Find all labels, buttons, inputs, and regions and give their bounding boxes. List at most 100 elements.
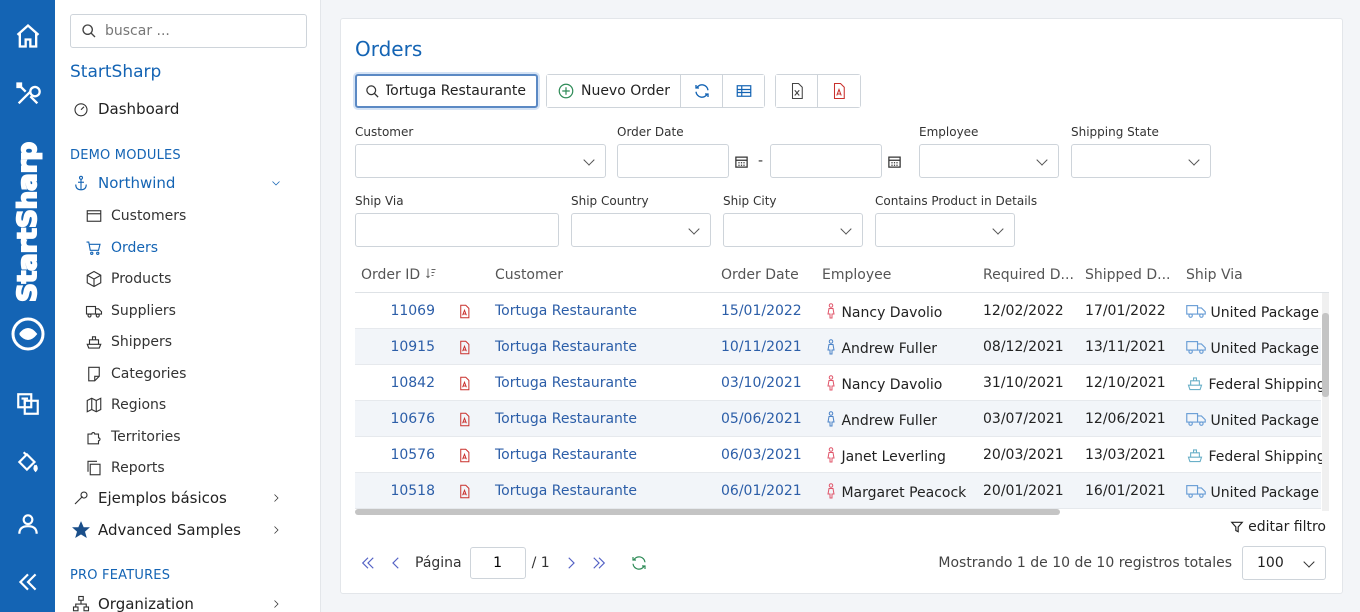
pdf-export-button[interactable] (818, 75, 860, 107)
sidebar-item-basic-samples[interactable]: Ejemplos básicos (72, 489, 302, 507)
page-number-input[interactable] (469, 547, 526, 579)
new-order-button[interactable]: Nuevo Order (547, 75, 681, 107)
vertical-scrollbar-thumb[interactable] (1322, 313, 1329, 397)
page-size-select[interactable]: 100 (1242, 546, 1326, 580)
column-header-shipped-date[interactable]: Shipped D... (1085, 267, 1171, 283)
customer-link[interactable]: Tortuga Restaurante (495, 447, 637, 463)
sidebar-item-dashboard[interactable]: Dashboard (72, 100, 179, 118)
calendar-icon[interactable] (734, 154, 749, 169)
pdf-report-icon[interactable] (457, 340, 472, 359)
pdf-report-icon[interactable] (457, 484, 472, 503)
sidebar-item-label: Customers (111, 208, 187, 224)
column-picker-button[interactable] (723, 75, 764, 107)
collapse-icon[interactable] (0, 560, 55, 604)
sidebar-item-shippers[interactable]: Shippers (85, 333, 172, 351)
toolbar-export (775, 74, 861, 108)
sidebar-search[interactable] (70, 14, 307, 48)
refresh-button[interactable] (681, 75, 723, 107)
pdf-report-icon[interactable] (457, 412, 472, 431)
customer-link[interactable]: Tortuga Restaurante (495, 411, 637, 427)
reload-icon[interactable] (630, 554, 648, 572)
order-id-link[interactable]: 10842 (355, 375, 435, 391)
order-date-link[interactable]: 05/06/2021 (721, 411, 802, 427)
column-header-employee[interactable]: Employee (822, 267, 891, 283)
last-page-icon[interactable] (590, 554, 608, 572)
order-id-link[interactable]: 10518 (355, 483, 435, 499)
order-date-to-input[interactable] (770, 144, 882, 178)
order-id-link[interactable]: 11069 (355, 303, 435, 319)
sidebar-item-organization[interactable]: Organization (72, 595, 302, 612)
customer-link[interactable]: Tortuga Restaurante (495, 483, 637, 499)
next-page-icon[interactable] (562, 554, 580, 572)
sidebar-item-orders[interactable]: Orders (85, 239, 158, 257)
order-date-from-input[interactable] (617, 144, 729, 178)
shipping-state-filter-select[interactable] (1071, 144, 1211, 178)
table-row[interactable]: 10576 Tortuga Restaurante 06/03/2021 Janet… (355, 437, 1326, 473)
horizontal-scrollbar[interactable] (355, 509, 1060, 515)
excel-export-button[interactable] (776, 75, 818, 107)
order-date-link[interactable]: 06/03/2021 (721, 447, 802, 463)
paint-bucket-icon[interactable] (0, 440, 55, 484)
sidebar-item-regions[interactable]: Regions (85, 396, 166, 414)
table-row[interactable]: 10842 Tortuga Restaurante 03/10/2021 Nancy… (355, 365, 1326, 401)
page-title: Orders (355, 37, 423, 61)
chevron-right-icon (274, 494, 279, 502)
order-date-link[interactable]: 10/11/2021 (721, 339, 802, 355)
ship-country-filter-select[interactable] (571, 213, 711, 247)
order-id-link[interactable]: 10676 (355, 411, 435, 427)
chevron-right-icon (274, 600, 279, 608)
customer-link[interactable]: Tortuga Restaurante (495, 339, 637, 355)
sidebar-item-products[interactable]: Products (85, 270, 171, 288)
sidebar-item-reports[interactable]: Reports (85, 459, 165, 477)
pdf-report-icon[interactable] (457, 376, 472, 395)
pdf-report-icon[interactable] (457, 448, 472, 467)
table-row[interactable]: 11069 Tortuga Restaurante 15/01/2022 Nancy… (355, 293, 1321, 329)
sidebar-item-northwind[interactable]: Northwind (72, 174, 302, 192)
table-row[interactable]: 10518 Tortuga Restaurante 06/01/2021 Marga… (355, 473, 1321, 509)
ship-city-filter-select[interactable] (723, 213, 863, 247)
calendar-icon[interactable] (887, 154, 902, 169)
user-icon[interactable] (0, 502, 55, 546)
home-icon[interactable] (0, 14, 55, 58)
customer-link[interactable]: Tortuga Restaurante (495, 303, 637, 319)
ship-via-filter-input[interactable] (355, 213, 559, 247)
previous-page-icon[interactable] (387, 554, 405, 572)
sidebar-item-suppliers[interactable]: Suppliers (85, 302, 176, 320)
employee-filter-select[interactable] (919, 144, 1059, 178)
quick-search-input[interactable] (386, 83, 526, 99)
sidebar-item-customers[interactable]: Customers (85, 207, 186, 225)
ship-via-cell: Federal Shipping (1186, 447, 1326, 465)
sidebar-item-advanced-samples[interactable]: Advanced Samples (72, 521, 302, 539)
shipped-date-cell: 16/01/2021 (1085, 483, 1166, 499)
gauge-icon (74, 103, 88, 117)
table-row[interactable]: 10676 Tortuga Restaurante 05/06/2021 Andre… (355, 401, 1321, 437)
translate-icon[interactable] (0, 382, 55, 426)
column-header-ship-via[interactable]: Ship Via (1186, 267, 1243, 283)
column-header-required-date[interactable]: Required D... (983, 267, 1074, 283)
sidebar-item-categories[interactable]: Categories (85, 365, 186, 383)
order-date-link[interactable]: 03/10/2021 (721, 375, 802, 391)
sidebar-item-label: Dashboard (98, 100, 180, 118)
column-header-order-date[interactable]: Order Date (721, 267, 799, 283)
order-date-link[interactable]: 06/01/2021 (721, 483, 802, 499)
quick-search[interactable] (355, 74, 538, 108)
order-date-link[interactable]: 15/01/2022 (721, 303, 802, 319)
sidebar-item-label: Northwind (98, 174, 176, 192)
truck-icon (1186, 485, 1206, 501)
first-page-icon[interactable] (359, 554, 377, 572)
sidebar-item-territories[interactable]: Territories (85, 428, 181, 446)
tools-icon[interactable] (0, 72, 55, 116)
edit-filter-link[interactable]: editar filtro (1230, 519, 1326, 535)
filter-label-shipping-state: Shipping State (1071, 125, 1159, 139)
ship-icon (1186, 377, 1204, 393)
order-id-link[interactable]: 10576 (355, 447, 435, 463)
column-header-customer[interactable]: Customer (495, 267, 563, 283)
customer-filter-select[interactable] (355, 144, 606, 178)
pdf-report-icon[interactable] (457, 304, 472, 323)
customer-link[interactable]: Tortuga Restaurante (495, 375, 637, 391)
contains-product-filter-select[interactable] (875, 213, 1015, 247)
column-header-order-id[interactable]: Order ID (361, 267, 437, 283)
sidebar-search-input[interactable] (105, 23, 285, 39)
table-row[interactable]: 10915 Tortuga Restaurante 10/11/2021 Andre… (355, 329, 1321, 365)
order-id-link[interactable]: 10915 (355, 339, 435, 355)
